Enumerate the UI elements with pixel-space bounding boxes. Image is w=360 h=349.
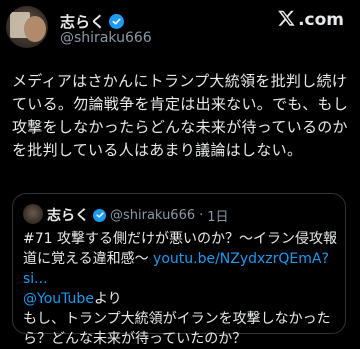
tweet-card: 志らく @shiraku666 .com メディアはさかんにトランプ大統領を批判… — [0, 0, 360, 347]
author-handle[interactable]: @shiraku666 — [60, 30, 152, 46]
quoted-avatar[interactable] — [23, 204, 43, 224]
quoted-header: 志らく @shiraku666 · 1日 — [47, 205, 229, 225]
avatar[interactable] — [6, 6, 48, 48]
x-logo: .com — [277, 9, 344, 30]
quoted-display-name[interactable]: 志らく — [47, 205, 89, 225]
avatar-face — [24, 16, 46, 42]
quoted-timestamp[interactable]: 1日 — [207, 206, 228, 225]
quoted-separator: · — [199, 207, 204, 223]
quoted-text-question: もし、トランプ大統領がイランを攻撃しなかったら？どんな未来が待っていたのか？ — [23, 311, 331, 347]
x-logo-text: .com — [298, 9, 344, 30]
quoted-verified-badge-icon — [93, 208, 106, 222]
author-name-row: 志らく — [60, 11, 125, 32]
tweet-text: メディアはさかんにトランプ大統領を批判し続けている。勿論戦争を肯定は出来ない。で… — [12, 72, 349, 159]
quoted-text: #71 攻撃する側だけが悪いのか？〜イラン侵攻報道に覚える違和感〜 youtu.… — [23, 229, 341, 349]
verified-badge-icon — [109, 14, 125, 29]
quoted-handle[interactable]: @shiraku666 — [110, 208, 195, 223]
author-display-name[interactable]: 志らく — [60, 11, 105, 32]
quoted-text-suffix: より — [93, 291, 122, 307]
youtube-mention-link[interactable]: @YouTube — [23, 291, 94, 307]
x-logo-icon — [277, 9, 296, 30]
quoted-tweet[interactable]: 志らく @shiraku666 · 1日 #71 攻撃する側だけが悪いのか？〜イ… — [12, 193, 346, 347]
